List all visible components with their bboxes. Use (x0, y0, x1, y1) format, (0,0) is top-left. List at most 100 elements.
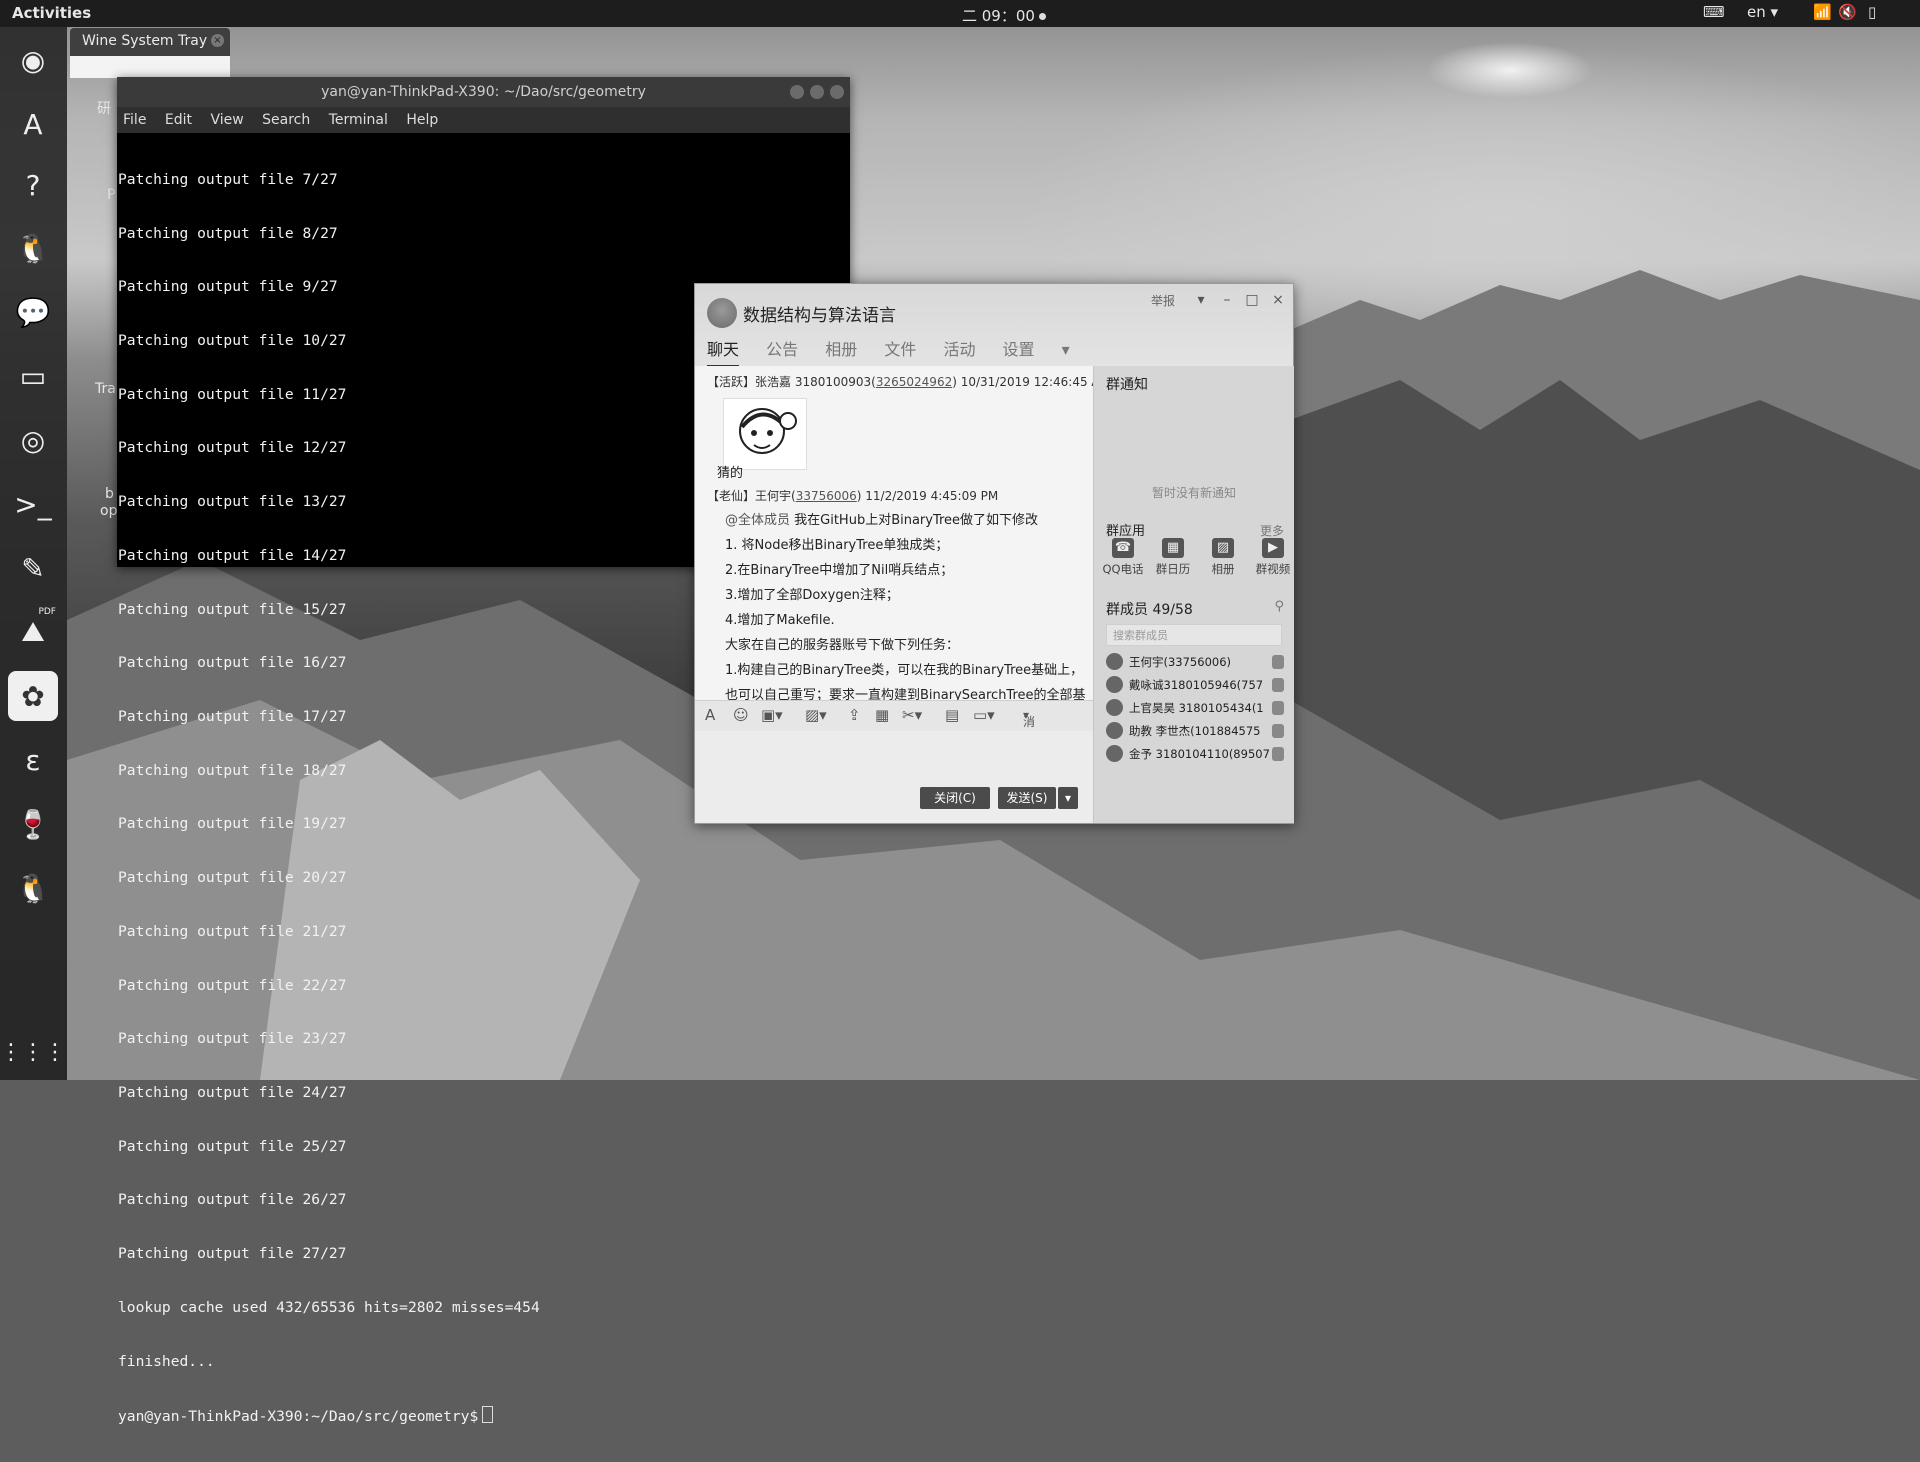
chat-toolbar: A ☺ ▣▾ ▨▾ ⇪ ▦ ✂▾ ▤ ▭▾ 消息记录 ▾ (695, 700, 1093, 780)
member-row[interactable]: 王何宇(33756006) (1106, 653, 1292, 675)
menu-terminal[interactable]: Terminal (329, 112, 388, 128)
terminal-menubar: File Edit View Search Terminal Help (117, 107, 850, 133)
minimize-icon[interactable]: – (1217, 290, 1237, 310)
send-options-icon[interactable]: ▾ (1058, 787, 1078, 809)
sticker-image[interactable] (723, 398, 807, 470)
chat-messages[interactable]: 【活跃】张浩嘉 3180100903(3265024962) 10/31/201… (695, 366, 1093, 700)
wine-glass-icon[interactable]: 🍷 (8, 799, 58, 849)
terminal-titlebar[interactable]: yan@yan-ThinkPad-X390: ~/Dao/src/geometr… (117, 77, 850, 107)
wifi-icon[interactable]: 📶 (1813, 3, 1832, 21)
qq-call-app[interactable]: ☎ QQ电话 (1098, 538, 1148, 577)
qq-icon-2[interactable]: 🐧 (8, 863, 58, 913)
volume-icon[interactable]: 🔇 (1838, 3, 1857, 21)
menu-search[interactable]: Search (262, 112, 310, 128)
terminal-line: Patching output file 27/27 (118, 1245, 347, 1263)
upload-icon[interactable]: ⇪ (848, 706, 861, 724)
activities-button[interactable]: Activities (12, 4, 91, 22)
emoji-icon[interactable]: ☺ (733, 706, 749, 724)
emacs-icon[interactable]: ε (8, 735, 58, 785)
video-app[interactable]: ▶ 群视频 (1248, 538, 1298, 577)
menu-edit[interactable]: Edit (165, 112, 192, 128)
close-icon[interactable] (830, 85, 844, 99)
avatar (1106, 745, 1123, 762)
scissors-icon[interactable]: ✂▾ (902, 706, 922, 724)
sender-qq-link[interactable]: 33756006 (796, 489, 857, 503)
image-icon: ▨ (1212, 538, 1234, 558)
tab-files[interactable]: 文件 (884, 340, 916, 365)
maximize-icon[interactable] (810, 85, 824, 99)
member-search-input[interactable]: 搜索群成员 (1106, 624, 1282, 646)
close-button[interactable]: 关闭(C) (920, 787, 990, 809)
gift-icon[interactable]: ▣▾ (761, 706, 783, 724)
tab-activities[interactable]: 活动 (943, 340, 975, 365)
menu-file[interactable]: File (123, 112, 146, 128)
group-sidebar: 群通知 暂时没有新通知 群应用 更多 ☎ QQ电话 ▦ 群日历 ▨ 相册 ▶ 群视频 群… (1093, 366, 1294, 823)
trash-icon[interactable]: ▤ (945, 706, 959, 724)
wine-system-tray[interactable]: Wine System Tray × (70, 28, 230, 78)
terminal-prompt: yan@yan-ThinkPad-X390:~/Dao/src/geometry… (118, 1408, 479, 1426)
language-indicator[interactable]: en ▾ (1747, 3, 1778, 21)
tab-settings[interactable]: 设置 ▾ (1003, 340, 1070, 365)
search-icon[interactable]: ⚲ (1274, 599, 1284, 614)
pdf-icon[interactable]: PDF ⛰ (8, 607, 58, 657)
menu-help[interactable]: Help (406, 112, 438, 128)
keyboard-icon[interactable]: ⌨ (1703, 3, 1725, 21)
tab-announcement[interactable]: 公告 (766, 340, 798, 365)
send-button[interactable]: 发送(S) (998, 787, 1056, 809)
wine-tray-area (70, 56, 230, 78)
message-input[interactable] (695, 731, 1093, 823)
close-icon[interactable]: × (1268, 290, 1288, 310)
message-header: 【活跃】张浩嘉 3180100903(3265024962) 10/31/201… (707, 373, 1093, 390)
tab-chat[interactable]: 聊天 (707, 340, 740, 368)
wechat-icon[interactable]: 💬 (8, 287, 58, 337)
clock[interactable]: 二 09：00 (962, 5, 1046, 26)
files-icon[interactable]: ▭ (8, 351, 58, 401)
network-icon[interactable]: ✿ (8, 671, 58, 721)
group-avatar (707, 298, 737, 328)
member-row[interactable]: 上官昊昊 3180105434(1 (1106, 699, 1292, 721)
dock: ◉ A ? 🐧 💬 ▭ ◎ >_ ✎ PDF ⛰ ✿ ε 🍷 🐧 ⋮⋮⋮ (0, 27, 67, 1080)
software-icon[interactable]: A (8, 99, 58, 149)
terminal-icon[interactable]: >_ (8, 479, 58, 529)
battery-icon[interactable]: ▯ (1868, 3, 1876, 21)
terminal-line: Patching output file 24/27 (118, 1084, 347, 1102)
calendar-app[interactable]: ▦ 群日历 (1148, 538, 1198, 577)
calendar-icon[interactable]: ▦ (875, 706, 889, 724)
app-label: 群日历 (1155, 562, 1191, 576)
pdf-badge: PDF (38, 607, 56, 617)
member-row[interactable]: 戴咏诚3180105946(757 (1106, 676, 1292, 698)
message-line: 3.增加了全部Doxygen注释； (725, 588, 899, 603)
minimize-icon[interactable] (790, 85, 804, 99)
apps-more-link[interactable]: 更多 (1260, 522, 1284, 539)
writer-icon[interactable]: ✎ (8, 543, 58, 593)
terminal-line: Patching output file 22/27 (118, 976, 347, 994)
image-icon[interactable]: ▨▾ (805, 706, 827, 724)
firefox-icon[interactable]: ◉ (8, 35, 58, 85)
notification-dot (1038, 13, 1046, 20)
show-apps-icon[interactable]: ⋮⋮⋮ (0, 1027, 66, 1077)
chrome-icon[interactable]: ◎ (8, 415, 58, 465)
font-icon[interactable]: A (705, 706, 715, 724)
sender-label: 【活跃】张浩嘉 3180100903( (707, 375, 876, 389)
member-row[interactable]: 助教 李世杰(101884575 (1106, 722, 1292, 744)
message-line: 2.在BinaryTree中增加了Nil哨兵结点； (725, 563, 954, 578)
report-button[interactable]: 举报 (1151, 292, 1175, 309)
member-role-icon (1272, 724, 1284, 738)
qq-icon[interactable]: 🐧 (8, 223, 58, 273)
mention-all[interactable]: @全体成员 (725, 513, 790, 528)
terminal-line: Patching output file 26/27 (118, 1191, 347, 1209)
tab-album[interactable]: 相册 (825, 340, 857, 365)
sender-qq-link[interactable]: 3265024962 (876, 375, 952, 389)
album-app[interactable]: ▨ 相册 (1198, 538, 1248, 577)
message-text: 猜的 (717, 466, 744, 481)
member-row[interactable]: 金予 3180104110(89507 (1106, 745, 1292, 767)
help-icon[interactable]: ? (8, 160, 58, 210)
screen-icon[interactable]: ▭▾ (973, 706, 995, 724)
maximize-icon[interactable]: □ (1242, 290, 1262, 310)
menu-view[interactable]: View (210, 112, 243, 128)
app-label: 相册 (1211, 562, 1235, 576)
close-icon[interactable]: × (211, 34, 224, 47)
message-history-button[interactable]: 消息记录 ▾ (1023, 708, 1035, 780)
dropdown-icon[interactable]: ▾ (1191, 290, 1211, 310)
qq-chat-window[interactable]: 数据结构与算法语言 举报 ▾ – □ × 聊天 公告 相册 文件 活动 设置 ▾… (694, 283, 1294, 824)
